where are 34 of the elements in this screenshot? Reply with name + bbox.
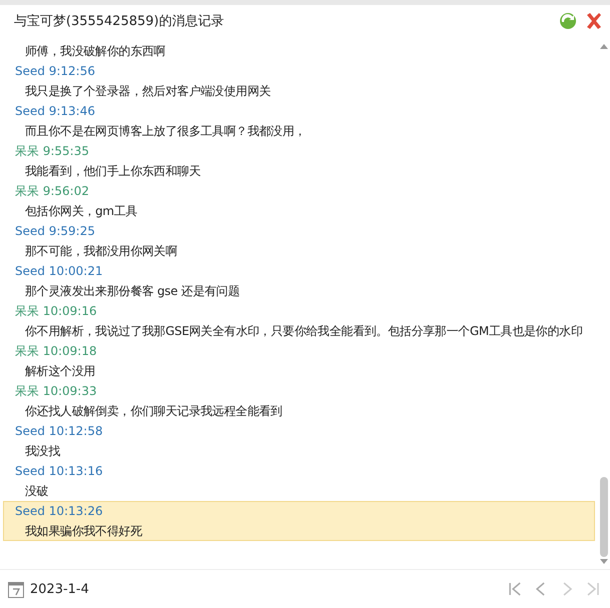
message-text: 解析这个没用 [24,363,96,380]
message-text: 那个灵液发出来那份餐客 gse 还是有问题 [24,283,241,300]
message-header: Seed 10:12:58 [14,423,104,440]
message-header: Seed 10:00:21 [14,263,104,280]
message-header: Seed 9:59:25 [14,223,96,240]
calendar-icon[interactable] [8,580,24,598]
message-header: Seed 10:13:16 [14,463,104,480]
scroll-down-icon[interactable] [600,559,608,565]
message-text: 我没找 [24,443,62,460]
message-header: 呆呆 10:09:33 [14,383,98,400]
message-text: 那不可能，我都没用你网关啊 [24,243,178,260]
message-text: 我只是换了个登录器，然后对客户端没使用网关 [24,83,272,100]
date-label: 2023-1-4 [30,582,90,596]
message-header: 呆呆 9:55:35 [14,143,90,160]
message-text: 没破 [24,483,50,500]
message-header: 呆呆 9:56:02 [14,183,90,200]
message-text: 包括你网关，gm工具 [24,203,138,220]
message-header: 呆呆 10:09:18 [14,343,98,360]
message-text: 你还找人破解倒卖，你们聊天记录我远程全能看到 [24,403,284,420]
window-title: 与宝可梦(3555425859)的消息记录 [14,13,225,30]
message-text: 你不用解析，我说过了我那GSE网关全有水印，只要你给我全能看到。包括分享那一个GM工具也是你的水印 [24,323,584,340]
message-header: Seed 9:13:46 [14,103,96,120]
message-text: 我如果骗你我不得好死 [24,523,144,540]
message-header: Seed 9:12:56 [14,63,96,80]
scrollbar-thumb[interactable] [600,477,608,557]
refresh-button[interactable] [558,11,578,31]
message-text: 而且你不是在网页博客上放了很多工具啊？我都没用， [24,123,307,140]
close-button[interactable] [584,11,604,31]
selected-message[interactable]: Seed 10:13:26 我如果骗你我不得好死 [3,501,595,541]
message-header: 呆呆 10:09:16 [14,303,98,320]
message-text: 师傅，我没破解你的东西啊 [24,43,166,60]
message-header: Seed 10:13:26 [14,503,104,520]
scroll-up-icon[interactable] [600,43,608,49]
message-text: 我能看到，他们手上你东西和聊天 [24,163,202,180]
